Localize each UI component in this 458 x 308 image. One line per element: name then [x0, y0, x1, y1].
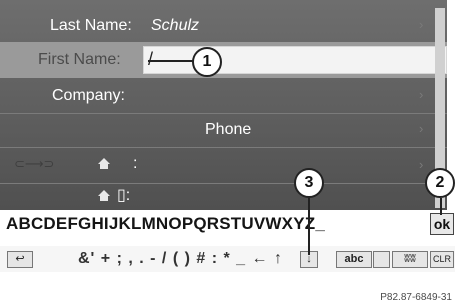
company-label: Company: — [52, 87, 125, 104]
address-value: : — [133, 155, 138, 172]
address-book-screen: Last Name: Schulz › First Name: / Compan… — [0, 0, 447, 210]
chevron-right-icon: › — [419, 87, 424, 102]
callout-2-leader — [440, 198, 442, 215]
first-name-label: First Name: — [38, 51, 121, 68]
category-icon: ⊂⟶⊃ — [14, 156, 55, 171]
ok-button[interactable]: ok — [430, 213, 454, 235]
company-row[interactable]: Company: › — [0, 78, 447, 114]
space-icon[interactable] — [373, 251, 390, 268]
letter-keyboard-row[interactable]: ABCDEFGHIJKLMNOPQRSTUVWXYZ_ ok — [0, 210, 455, 238]
last-name-value: Schulz — [151, 17, 200, 34]
home-icon — [98, 190, 111, 202]
callout-2: 2 — [425, 168, 455, 198]
address-value: ▯: — [117, 187, 131, 204]
callout-1-leader — [148, 60, 194, 62]
address-home-row-1[interactable]: ⊂⟶⊃ : › — [0, 148, 447, 184]
abc-button[interactable]: abc — [336, 251, 372, 268]
back-icon[interactable]: ↩ — [7, 251, 33, 268]
first-name-row[interactable]: First Name: / — [0, 42, 447, 78]
keyboard-switch-icon[interactable]: ʬʬ — [392, 251, 428, 268]
chevron-right-icon: › — [419, 121, 424, 136]
last-name-row[interactable]: Last Name: Schulz › — [0, 8, 447, 44]
chevron-right-icon: › — [419, 157, 424, 172]
symbol-keys[interactable]: &' + ; , . - / ( ) # : * _ ← ↑ — [78, 250, 283, 268]
figure-code: P82.87-6849-31 — [380, 292, 452, 303]
address-home-row-2[interactable]: ▯: — [0, 180, 447, 210]
callout-3-leader — [308, 198, 310, 255]
clr-icon[interactable]: CLR — [430, 251, 454, 268]
phone-row[interactable]: Phone › — [0, 112, 447, 148]
phone-label: Phone — [205, 121, 252, 138]
callout-1: 1 — [192, 47, 222, 77]
home-icon — [98, 158, 111, 170]
callout-3: 3 — [294, 168, 324, 198]
symbol-keyboard-row[interactable]: ↩ &' + ; , . - / ( ) # : * _ ← ↑ ↓ abc ʬ… — [0, 246, 455, 272]
last-name-label: Last Name: — [50, 17, 132, 34]
letter-keys[interactable]: ABCDEFGHIJKLMNOPQRSTUVWXYZ_ — [6, 214, 325, 234]
chevron-right-icon: › — [419, 17, 424, 32]
